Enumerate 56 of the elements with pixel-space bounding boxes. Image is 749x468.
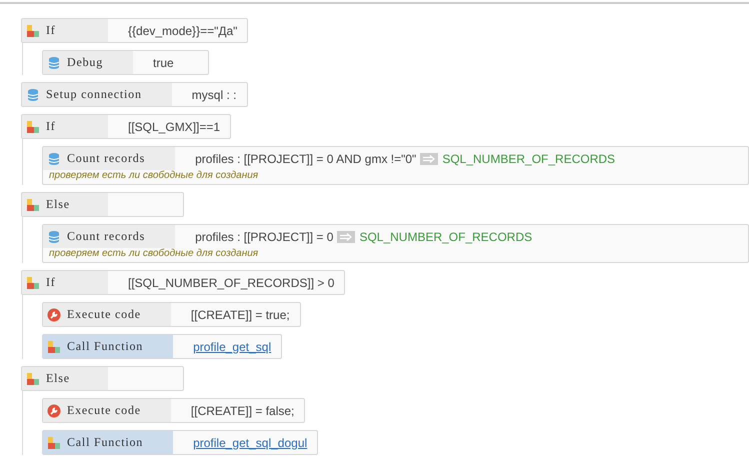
- action-block[interactable]: If [[SQL_NUMBER_OF_RECORDS]] > 0: [21, 270, 346, 295]
- action-title: Count records: [67, 229, 146, 244]
- action-value: [[SQL_NUMBER_OF_RECORDS]] > 0: [128, 276, 334, 290]
- action-title: Count records: [67, 151, 146, 166]
- action-block[interactable]: Setup connection mysql : :: [21, 82, 248, 107]
- action-title: Call Function: [67, 435, 144, 450]
- action-value: [[CREATE]] = false;: [190, 404, 294, 418]
- blocks-icon: [26, 120, 40, 134]
- action-value: [[CREATE]] = true;: [190, 308, 290, 322]
- database-icon: [26, 88, 40, 102]
- action-title: If: [46, 275, 56, 290]
- blocks-icon: [47, 436, 61, 450]
- wrench-icon: [47, 308, 61, 322]
- action-value: mysql : :: [192, 88, 236, 102]
- comment: проверяем есть ли свободные для создания: [48, 170, 260, 183]
- action-block[interactable]: Call Function profile_get_sql_dogul: [42, 430, 318, 455]
- action-value: profiles : [[PROJECT]] = 0: [195, 230, 334, 244]
- database-icon: [47, 152, 61, 166]
- action-value: true: [153, 56, 174, 70]
- action-title: Else: [46, 197, 70, 212]
- blocks-icon: [26, 198, 40, 212]
- database-icon: [47, 230, 61, 244]
- action-title: Call Function: [67, 339, 144, 354]
- function-link[interactable]: profile_get_sql_dogul: [193, 436, 308, 450]
- action-title: Debug: [67, 55, 103, 70]
- arrow-icon: [337, 230, 356, 242]
- action-title: If: [46, 23, 56, 38]
- action-block[interactable]: Count records profiles : [[PROJECT]] = 0 AND gmx !="0" SQL_NUMBER_OF_RECORDS проверяем есть ли свободные для создания: [42, 146, 749, 185]
- action-title: Execute code: [67, 307, 141, 322]
- blocks-icon: [26, 24, 40, 38]
- wrench-icon: [47, 404, 61, 418]
- action-block[interactable]: Debug true: [42, 50, 209, 75]
- action-title: Execute code: [67, 403, 141, 418]
- action-value: {{dev_mode}}=="Да": [128, 24, 238, 38]
- action-title: Else: [46, 371, 70, 386]
- action-title: Setup connection: [46, 87, 142, 102]
- output-variable: SQL_NUMBER_OF_RECORDS: [442, 152, 616, 166]
- action-value: profiles : [[PROJECT]] = 0 AND gmx !="0": [195, 152, 416, 166]
- action-block[interactable]: Count records profiles : [[PROJECT]] = 0 SQL_NUMBER_OF_RECORDS проверяем есть ли свободные для создания: [42, 224, 749, 263]
- action-block[interactable]: Else: [21, 366, 184, 391]
- action-block[interactable]: Call Function profile_get_sql: [42, 334, 282, 359]
- action-block[interactable]: Else: [21, 192, 184, 217]
- blocks-icon: [47, 340, 61, 354]
- action-block[interactable]: If [[SQL_GMX]]==1: [21, 114, 232, 139]
- blocks-icon: [26, 276, 40, 290]
- action-block[interactable]: Execute code [[CREATE]] = false;: [42, 398, 306, 423]
- database-icon: [47, 56, 61, 70]
- action-block[interactable]: If {{dev_mode}}=="Да": [21, 18, 248, 43]
- function-link[interactable]: profile_get_sql: [193, 340, 272, 354]
- blocks-icon: [26, 372, 40, 386]
- comment: проверяем есть ли свободные для создания: [48, 248, 260, 261]
- action-block[interactable]: Execute code [[CREATE]] = true;: [42, 302, 301, 327]
- action-title: If: [46, 119, 56, 134]
- action-value: [[SQL_GMX]]==1: [128, 120, 220, 134]
- output-variable: SQL_NUMBER_OF_RECORDS: [359, 230, 532, 244]
- arrow-icon: [420, 152, 438, 164]
